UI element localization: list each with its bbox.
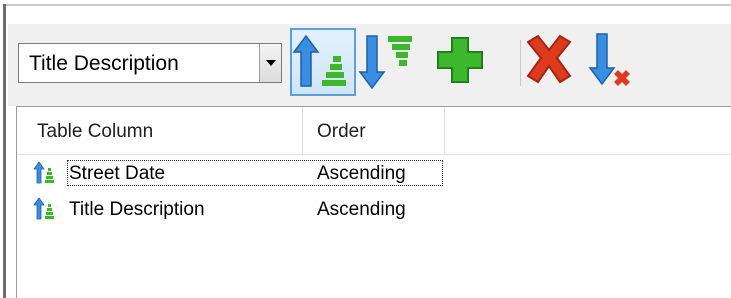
column-header-order[interactable]: Order <box>317 121 366 143</box>
sort-column-select[interactable]: Title Description <box>18 43 282 83</box>
sort-editor-panel: Title Description Table Column Order Str… <box>0 0 731 298</box>
row-order: Ascending <box>317 199 406 220</box>
chevron-down-icon <box>266 60 276 66</box>
column-header-table-column[interactable]: Table Column <box>37 121 153 143</box>
sort-column-select-value: Title Description <box>29 52 179 75</box>
add-sort-button[interactable] <box>430 28 496 96</box>
dropdown-button[interactable] <box>259 44 281 82</box>
column-divider[interactable] <box>302 107 303 154</box>
sort-descending-icon <box>358 35 412 90</box>
sort-descending-button[interactable] <box>358 28 424 96</box>
grid-header: Table Column Order <box>17 107 731 155</box>
row-table-column: Title Description <box>69 199 205 220</box>
clear-sort-icon <box>588 33 630 86</box>
column-divider[interactable] <box>444 107 445 154</box>
table-row[interactable]: Street Date Ascending <box>17 159 447 187</box>
remove-sort-button[interactable] <box>518 28 584 96</box>
row-order: Ascending <box>317 163 406 184</box>
add-plus-icon <box>437 37 483 83</box>
panel-left-border <box>3 4 6 298</box>
sort-ascending-button[interactable] <box>290 28 356 96</box>
table-row[interactable]: Title Description Ascending <box>17 195 447 223</box>
sort-toolbar: Title Description <box>8 24 731 106</box>
sort-ascending-icon <box>33 197 54 220</box>
sort-grid: Table Column Order Street Date Ascending <box>16 106 731 298</box>
delete-x-icon <box>526 34 572 84</box>
clear-sort-button[interactable] <box>582 28 648 96</box>
sort-ascending-icon <box>33 161 54 184</box>
sort-ascending-icon <box>292 34 346 87</box>
row-table-column: Street Date <box>69 163 166 184</box>
panel-top-border <box>3 4 731 6</box>
